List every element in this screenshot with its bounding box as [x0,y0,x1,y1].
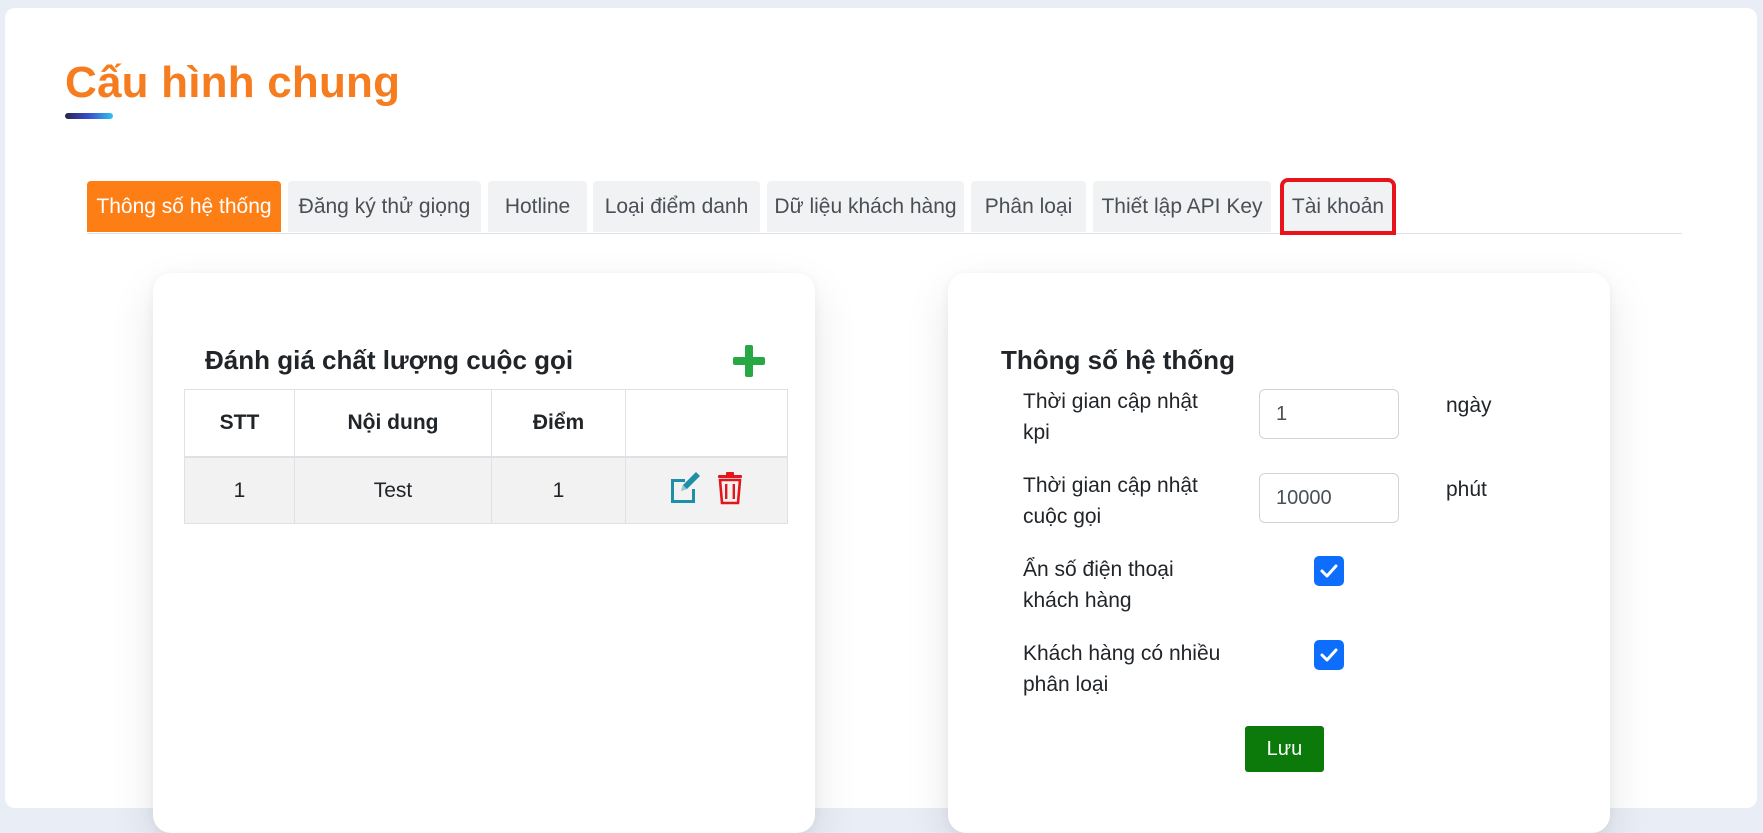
hide-phone-checkbox[interactable] [1314,556,1344,586]
kpi-update-unit: ngày [1446,394,1492,417]
tab-account[interactable]: Tài khoản [1280,178,1396,235]
kpi-update-input[interactable] [1259,389,1399,439]
column-header-score: Điểm [491,389,626,458]
edit-icon[interactable] [667,471,701,505]
checkmark-icon [1320,564,1338,578]
save-button[interactable]: Lưu [1245,726,1324,772]
multi-category-checkbox[interactable] [1314,640,1344,670]
cell-actions [625,456,788,524]
hide-phone-label: Ẩn số điện thoại khách hàng [1023,558,1174,612]
cell-score: 1 [491,456,626,524]
system-settings-card: Thông số hệ thống Thời gian cập nhật kpi… [948,273,1610,833]
call-update-unit: phút [1446,478,1487,501]
tab-system-params[interactable]: Thông số hệ thống [87,181,281,232]
column-header-content: Nội dung [294,389,492,458]
system-settings-title: Thông số hệ thống [1001,345,1235,375]
call-update-label: Thời gian cập nhật cuộc gọi [1023,474,1198,528]
table-row: 1 Test 1 [184,456,788,524]
tab-attendance-type[interactable]: Loại điểm danh [593,181,760,232]
column-header-actions [625,389,788,458]
trash-icon[interactable] [713,471,747,505]
cell-content: Test [294,456,492,524]
tab-hotline[interactable]: Hotline [488,181,587,232]
tab-api-key[interactable]: Thiết lập API Key [1093,181,1271,232]
table-header-row: STT Nội dung Điểm [184,389,788,458]
multi-category-label: Khách hàng có nhiều phân loại [1023,642,1221,696]
call-update-input[interactable] [1259,473,1399,523]
cell-stt: 1 [184,456,295,524]
call-quality-table: STT Nội dung Điểm 1 Test 1 [184,389,788,524]
add-icon[interactable] [731,343,767,379]
page-title: Cấu hình chung [65,58,401,107]
tab-voice-trial[interactable]: Đăng ký thử giọng [288,181,481,232]
call-quality-card: Đánh giá chất lượng cuộc gọi STT Nội dun… [153,273,815,833]
column-header-stt: STT [184,389,295,458]
title-underline [65,113,113,119]
page-container: Cấu hình chung Thông số hệ thống Đăng ký… [5,8,1757,833]
kpi-update-label: Thời gian cập nhật kpi [1023,390,1198,444]
row-actions [667,471,747,505]
tab-category[interactable]: Phân loại [971,181,1086,232]
call-quality-title: Đánh giá chất lượng cuộc gọi [205,345,574,375]
tab-customer-data[interactable]: Dữ liệu khách hàng [767,181,964,232]
settings-tabs: Thông số hệ thống Đăng ký thử giọng Hotl… [87,174,1682,235]
checkmark-icon [1320,648,1338,662]
